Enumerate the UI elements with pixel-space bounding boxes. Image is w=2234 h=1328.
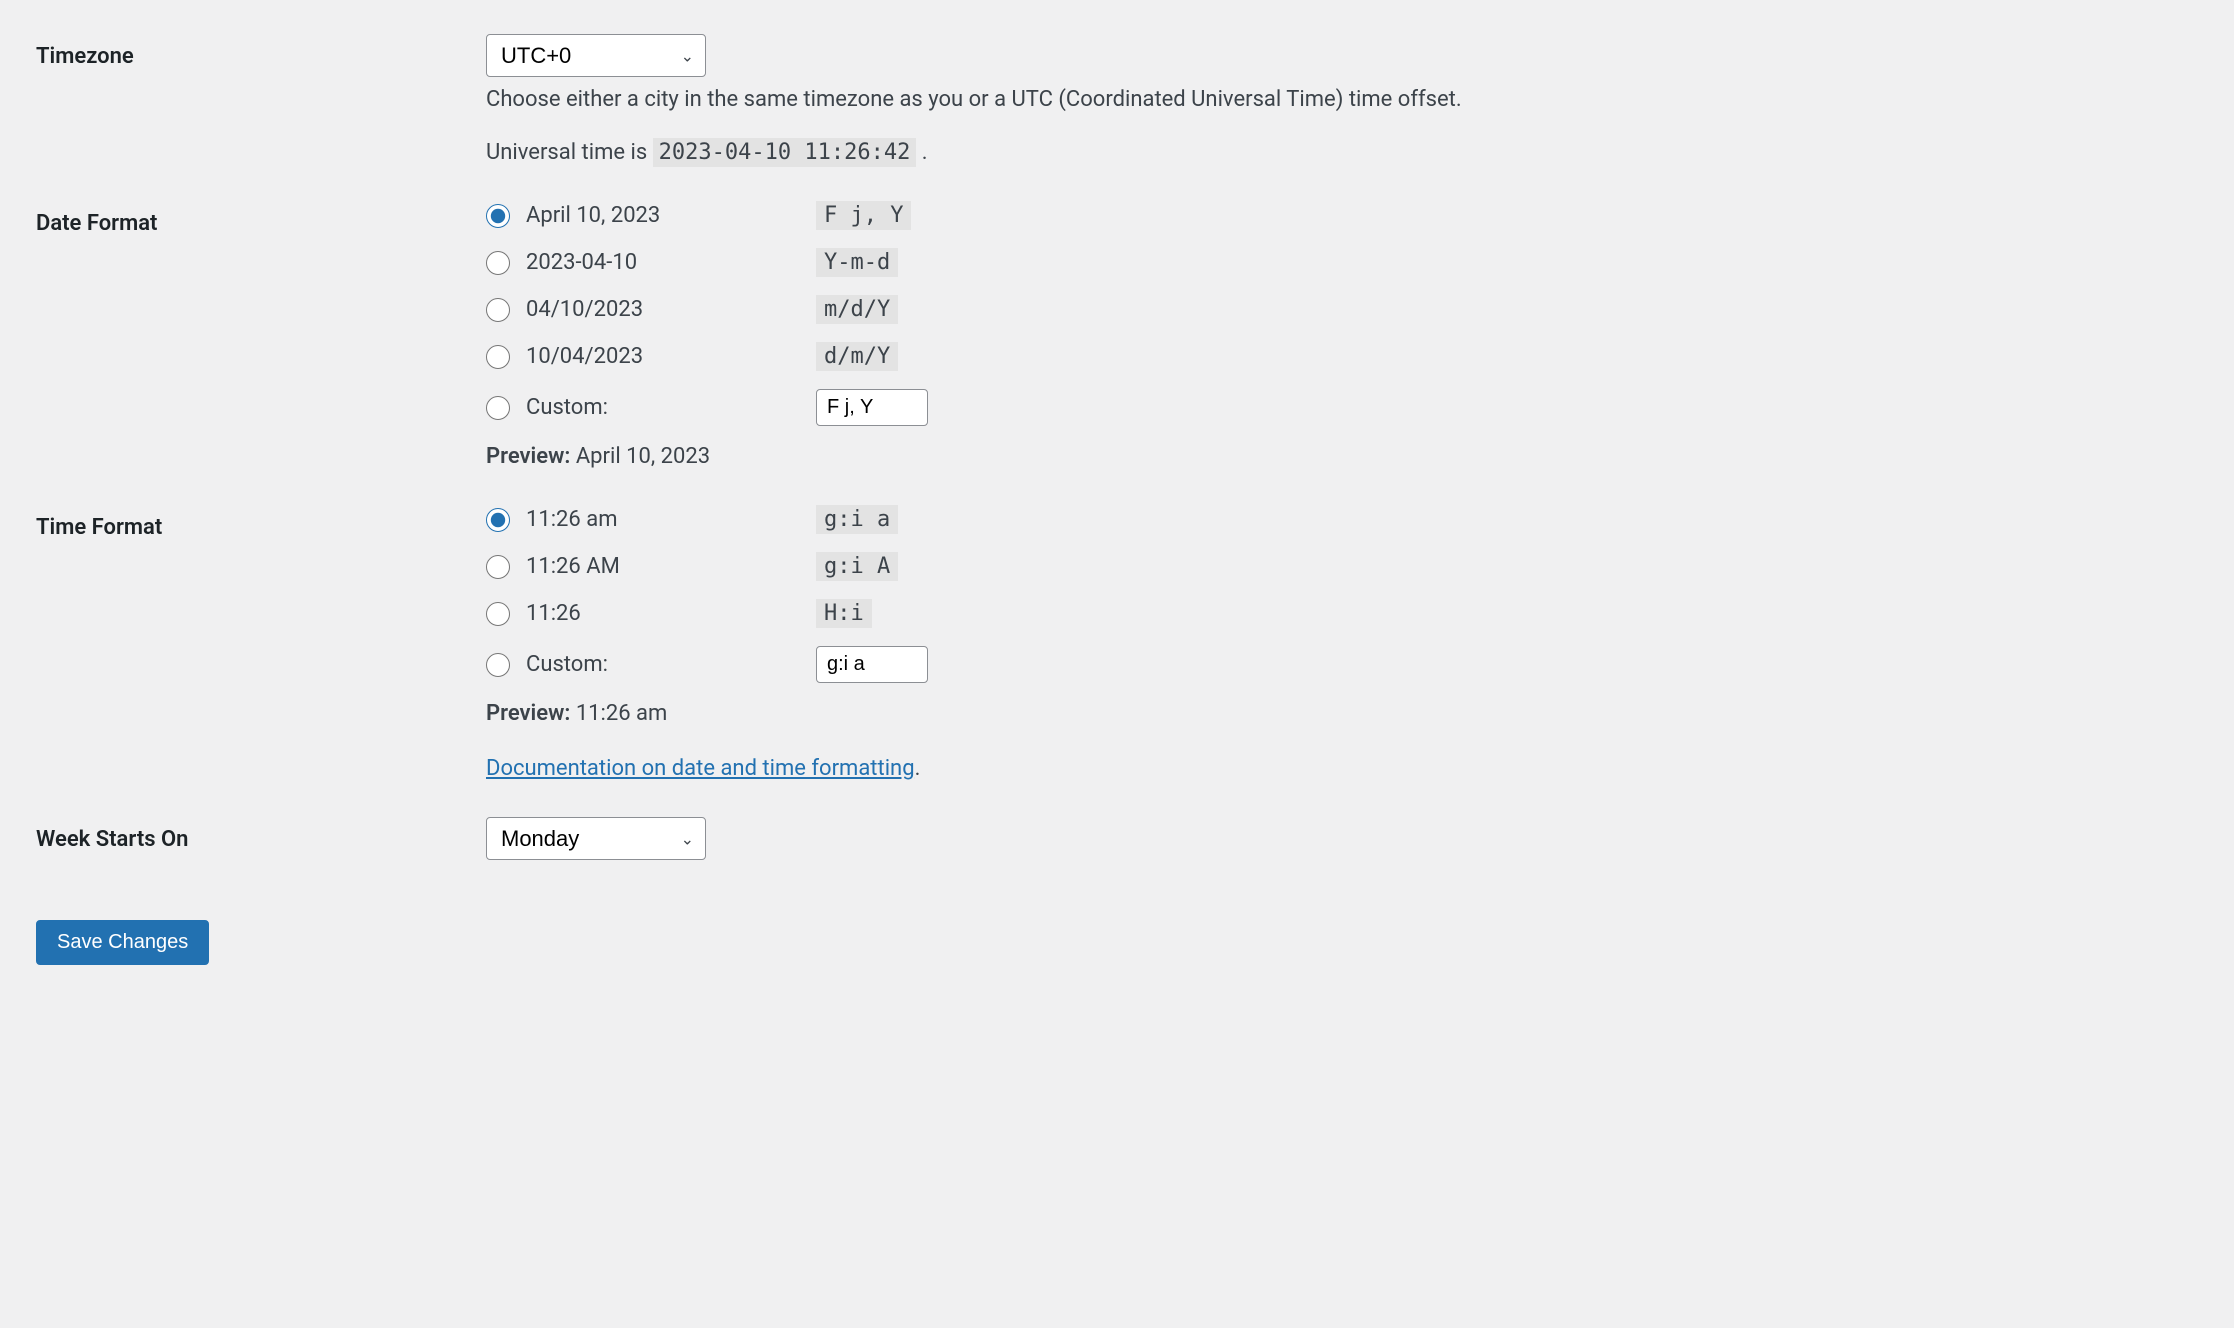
date-format-custom-label: Custom: — [526, 395, 816, 420]
date-format-code: m/d/Y — [816, 295, 898, 324]
time-format-code: g:i a — [816, 505, 898, 534]
date-time-doc-link[interactable]: Documentation on date and time formattin… — [486, 756, 915, 781]
save-changes-button[interactable]: Save Changes — [36, 920, 209, 965]
date-format-custom-radio[interactable] — [486, 396, 510, 420]
date-format-example: 10/04/2023 — [526, 344, 816, 369]
time-format-radio[interactable] — [486, 555, 510, 579]
time-format-custom-radio[interactable] — [486, 653, 510, 677]
date-format-custom-option[interactable]: Custom: — [486, 389, 2188, 426]
date-format-radio[interactable] — [486, 204, 510, 228]
date-format-radio[interactable] — [486, 251, 510, 275]
doc-link-suffix: . — [915, 756, 921, 781]
date-format-option[interactable]: 2023-04-10 Y-m-d — [486, 248, 2188, 277]
time-format-preview-value: 11:26 am — [576, 701, 668, 726]
time-format-code: H:i — [816, 599, 872, 628]
date-format-example: 2023-04-10 — [526, 250, 816, 275]
time-format-custom-input[interactable] — [816, 646, 928, 683]
time-format-code: g:i A — [816, 552, 898, 581]
time-format-preview: Preview: 11:26 am — [486, 701, 2188, 726]
date-format-example: April 10, 2023 — [526, 203, 816, 228]
date-format-preview: Preview: April 10, 2023 — [486, 444, 2188, 469]
universal-time-suffix: . — [916, 140, 927, 165]
date-format-code: d/m/Y — [816, 342, 898, 371]
time-format-fieldset: 11:26 am g:i a 11:26 AM g:i A 11:26 H:i … — [486, 505, 2188, 781]
universal-time-prefix: Universal time is — [486, 140, 653, 165]
date-format-fieldset: April 10, 2023 F j, Y 2023-04-10 Y-m-d 0… — [486, 201, 2188, 469]
date-format-code: F j, Y — [816, 201, 911, 230]
time-format-label: Time Format — [36, 487, 476, 799]
time-format-example: 11:26 AM — [526, 554, 816, 579]
time-format-example: 11:26 am — [526, 507, 816, 532]
timezone-description: Choose either a city in the same timezon… — [486, 87, 2188, 112]
date-format-preview-label: Preview: — [486, 444, 570, 469]
universal-time-line: Universal time is 2023-04-10 11:26:42 . — [486, 140, 2188, 165]
time-format-radio[interactable] — [486, 508, 510, 532]
date-format-code: Y-m-d — [816, 248, 898, 277]
date-format-label: Date Format — [36, 183, 476, 487]
date-format-option[interactable]: April 10, 2023 F j, Y — [486, 201, 2188, 230]
date-format-option[interactable]: 04/10/2023 m/d/Y — [486, 295, 2188, 324]
date-format-radio[interactable] — [486, 345, 510, 369]
date-format-custom-input[interactable] — [816, 389, 928, 426]
time-format-option[interactable]: 11:26 AM g:i A — [486, 552, 2188, 581]
time-format-example: 11:26 — [526, 601, 816, 626]
time-format-preview-label: Preview: — [486, 701, 570, 726]
date-format-preview-value: April 10, 2023 — [576, 444, 710, 469]
date-format-example: 04/10/2023 — [526, 297, 816, 322]
time-format-option[interactable]: 11:26 am g:i a — [486, 505, 2188, 534]
date-format-option[interactable]: 10/04/2023 d/m/Y — [486, 342, 2188, 371]
time-format-custom-option[interactable]: Custom: — [486, 646, 2188, 683]
timezone-select[interactable]: UTC+0 — [486, 34, 706, 77]
timezone-label: Timezone — [36, 16, 476, 183]
time-format-custom-label: Custom: — [526, 652, 816, 677]
date-format-radio[interactable] — [486, 298, 510, 322]
week-starts-label: Week Starts On — [36, 799, 476, 880]
universal-time-value: 2023-04-10 11:26:42 — [653, 138, 917, 167]
week-starts-select[interactable]: Monday — [486, 817, 706, 860]
time-format-option[interactable]: 11:26 H:i — [486, 599, 2188, 628]
time-format-radio[interactable] — [486, 602, 510, 626]
